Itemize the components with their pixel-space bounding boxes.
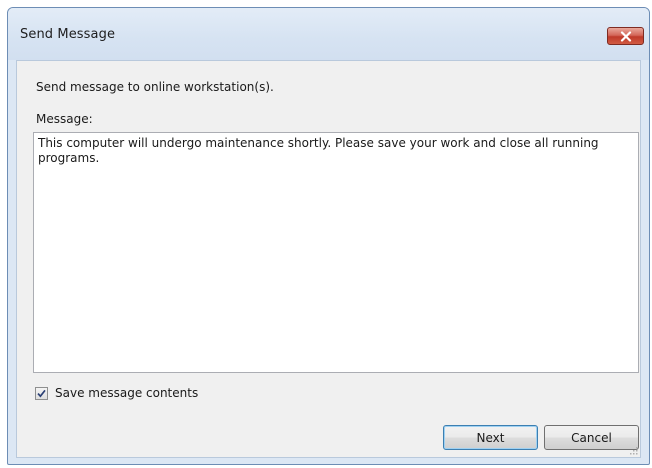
dialog-body: Send message to online workstation(s). M… xyxy=(16,60,641,458)
intro-text: Send message to online workstation(s). xyxy=(36,80,274,94)
message-label: Message: xyxy=(36,112,93,126)
cancel-button[interactable]: Cancel xyxy=(544,425,639,450)
save-message-checkbox[interactable] xyxy=(35,386,48,400)
title-bar[interactable]: Send Message xyxy=(8,8,649,60)
save-message-option[interactable]: Save message contents xyxy=(35,386,198,400)
resize-grip-icon[interactable] xyxy=(628,445,638,455)
close-icon xyxy=(620,30,632,42)
save-message-label: Save message contents xyxy=(55,386,199,400)
send-message-dialog: Send Message Send message to online work… xyxy=(7,7,650,465)
message-textarea[interactable]: This computer will undergo maintenance s… xyxy=(33,132,639,373)
next-button[interactable]: Next xyxy=(443,425,538,450)
close-button[interactable] xyxy=(607,27,644,45)
window-title: Send Message xyxy=(20,27,116,42)
checkmark-icon xyxy=(37,389,46,398)
